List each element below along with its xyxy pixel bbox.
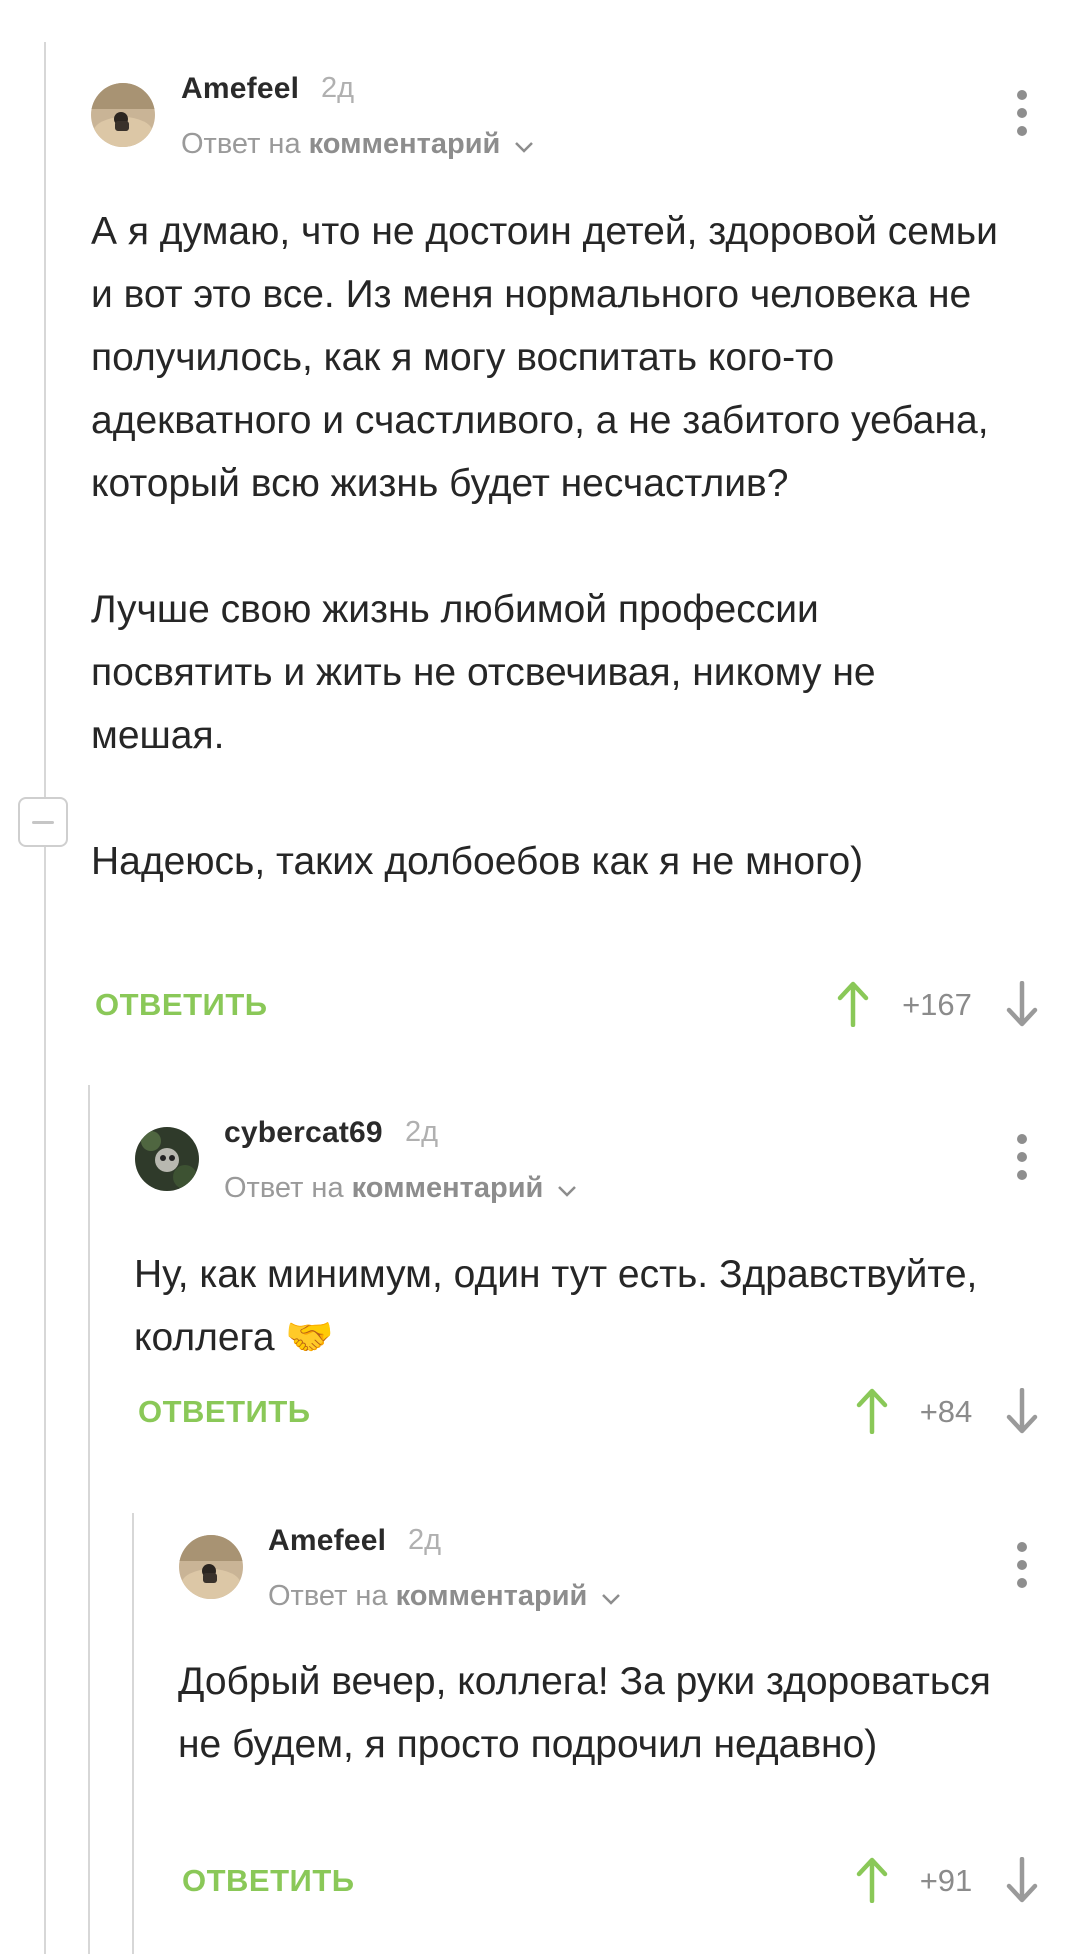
reply-to-prefix: Ответ на <box>268 1580 388 1612</box>
reply-to-comment-link[interactable]: комментарий <box>396 1580 588 1612</box>
reply-to-link[interactable]: Ответ на комментарий <box>181 128 534 162</box>
comment-paragraph: Ну, как минимум, один тут есть. Здравств… <box>134 1253 978 1359</box>
rating: +91 <box>919 1863 973 1898</box>
reply-to-prefix: Ответ на <box>181 128 301 160</box>
more-options-icon[interactable] <box>1012 1542 1032 1588</box>
avatar[interactable] <box>179 1535 243 1599</box>
vote-up-icon[interactable] <box>836 981 870 1027</box>
comment-time: 2д <box>408 1524 442 1556</box>
reply-to-comment-link[interactable]: комментарий <box>309 128 501 160</box>
thread-line-level-3[interactable] <box>132 1513 134 1954</box>
comment-body: Добрый вечер, коллега! За руки здоровать… <box>178 1650 1013 1776</box>
comment-time: 2д <box>321 72 355 104</box>
avatar[interactable] <box>91 83 155 147</box>
avatar-image <box>91 83 155 147</box>
comment-author[interactable]: cybercat69 <box>224 1116 383 1150</box>
reply-button[interactable]: ОТВЕТИТЬ <box>182 1863 355 1899</box>
comment-paragraph: Добрый вечер, коллега! За руки здоровать… <box>178 1660 991 1766</box>
rating: +84 <box>919 1394 973 1429</box>
reply-to-link[interactable]: Ответ на комментарий <box>268 1580 621 1614</box>
comment-time: 2д <box>405 1116 439 1148</box>
comment-author[interactable]: Amefeel <box>181 72 299 106</box>
vote-up-icon[interactable] <box>855 1857 889 1903</box>
reply-to-link[interactable]: Ответ на комментарий <box>224 1172 577 1206</box>
vote-down-icon[interactable] <box>1005 1388 1039 1434</box>
reply-to-prefix: Ответ на <box>224 1172 344 1204</box>
avatar-image <box>179 1535 243 1599</box>
avatar-image <box>135 1127 199 1191</box>
chevron-down-icon[interactable] <box>514 129 534 162</box>
comment-paragraph: Надеюсь, таких долбоебов как я не много) <box>91 840 864 883</box>
comment-author[interactable]: Amefeel <box>268 1524 386 1558</box>
vote-down-icon[interactable] <box>1005 981 1039 1027</box>
reply-button[interactable]: ОТВЕТИТЬ <box>95 987 268 1023</box>
reply-button[interactable]: ОТВЕТИТЬ <box>138 1394 311 1430</box>
thread-line-level-2[interactable] <box>88 1085 90 1954</box>
more-options-icon[interactable] <box>1012 1134 1032 1180</box>
more-options-icon[interactable] <box>1012 90 1032 136</box>
avatar[interactable] <box>135 1127 199 1191</box>
comment-body: Ну, как минимум, один тут есть. Здравств… <box>134 1243 1014 1369</box>
thread-line-level-1[interactable] <box>44 42 46 1954</box>
comment-paragraph: Лучше свою жизнь любимой профессии посвя… <box>91 588 876 757</box>
chevron-down-icon[interactable] <box>601 1581 621 1614</box>
collapse-thread-button[interactable] <box>18 797 68 847</box>
reply-to-comment-link[interactable]: комментарий <box>352 1172 544 1204</box>
rating: +167 <box>902 987 972 1022</box>
vote-up-icon[interactable] <box>855 1388 889 1434</box>
vote-down-icon[interactable] <box>1005 1857 1039 1903</box>
comment-body: А я думаю, что не достоин детей, здорово… <box>91 200 1011 893</box>
chevron-down-icon[interactable] <box>557 1173 577 1206</box>
comment-paragraph: А я думаю, что не достоин детей, здорово… <box>91 210 998 505</box>
